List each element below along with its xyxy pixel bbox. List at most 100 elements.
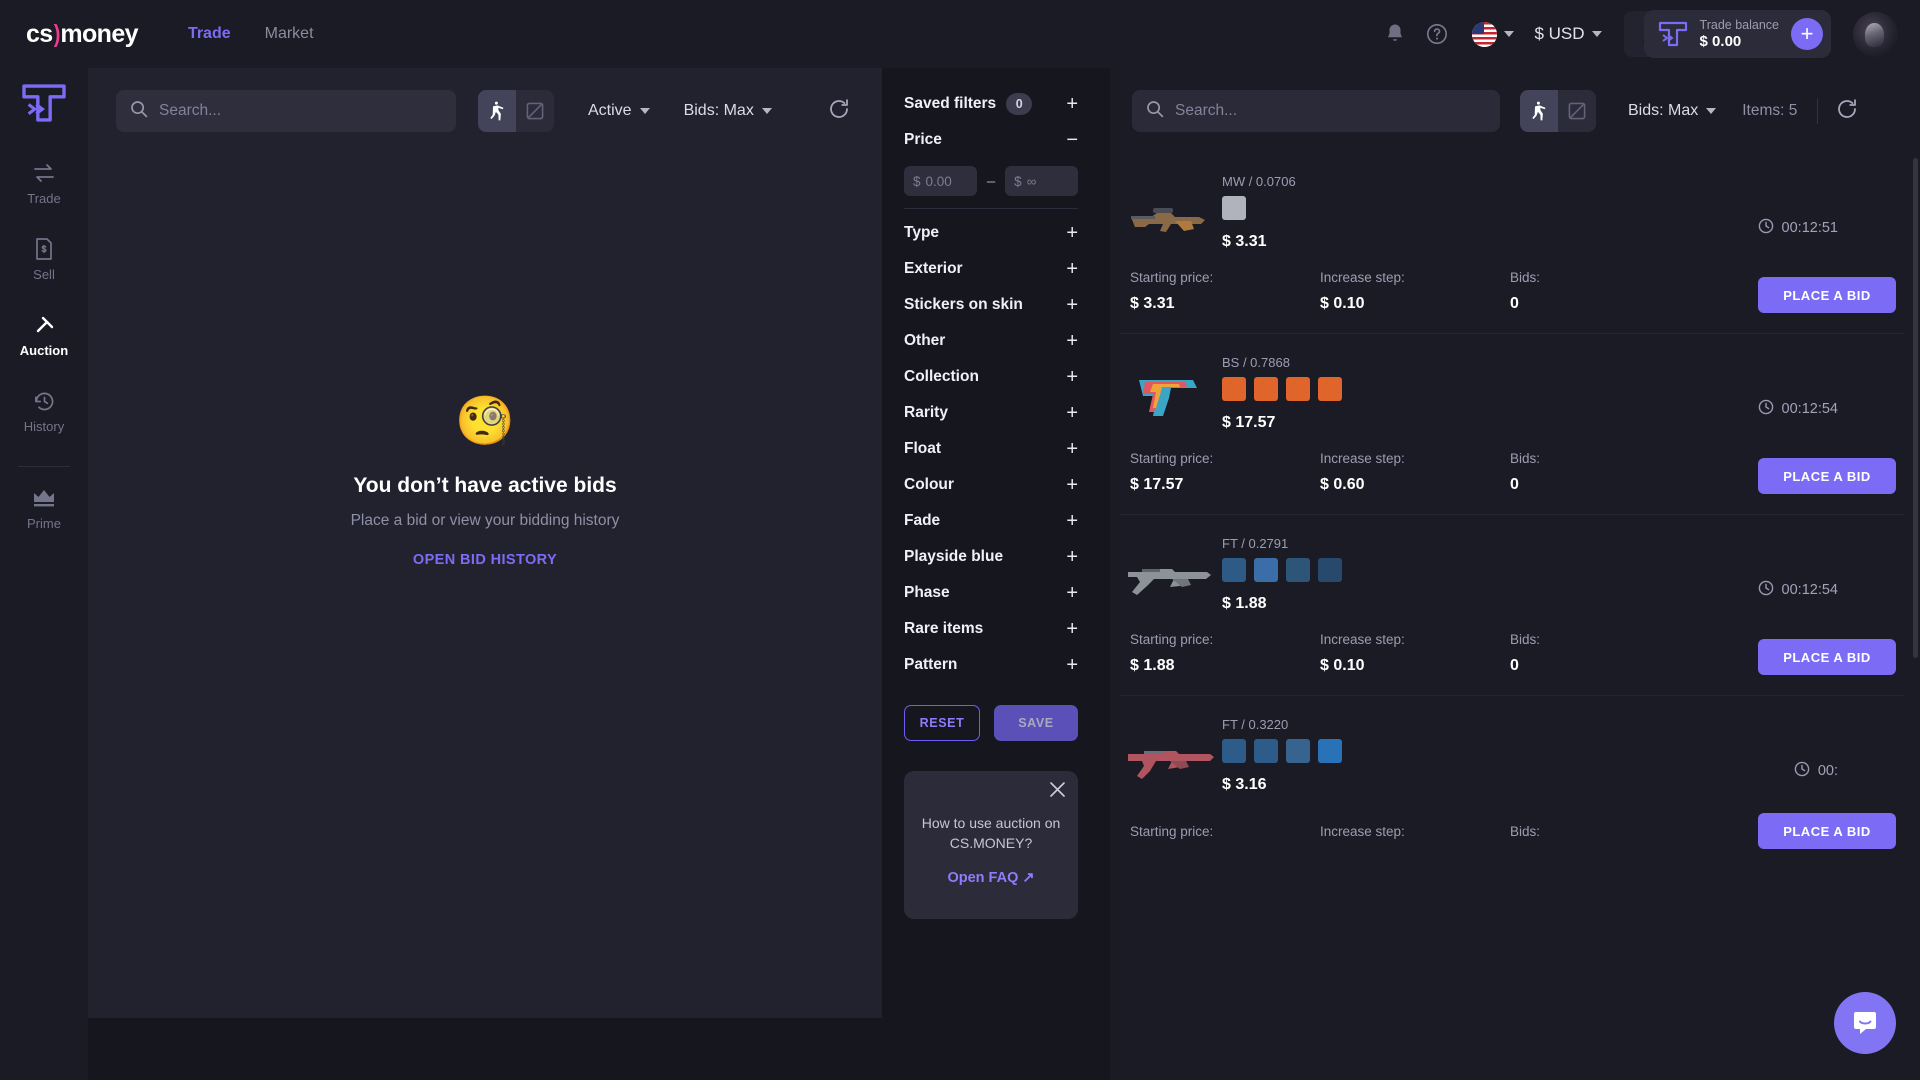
empty-state-title: You don’t have active bids [353, 474, 617, 497]
filter-group-fade[interactable]: Fade + [904, 503, 1078, 539]
add-funds-button[interactable]: + [1791, 18, 1823, 50]
game-tab-csgo[interactable] [478, 90, 516, 132]
sidebar-item-prime[interactable]: Prime [0, 471, 88, 547]
place-a-bid-button[interactable]: PLACE A BID [1758, 639, 1896, 675]
question-circle-icon[interactable] [1416, 13, 1458, 55]
price-filter-row[interactable]: Price − [904, 122, 1078, 158]
currency-selector[interactable]: $ USD [1534, 24, 1602, 44]
game-tab-dota[interactable] [1558, 90, 1596, 132]
sticker-icon [1254, 558, 1278, 582]
filter-group-colour[interactable]: Colour + [904, 467, 1078, 503]
monocle-emoji: 🧐 [455, 395, 515, 448]
minus-icon[interactable]: − [1066, 130, 1078, 150]
close-icon[interactable] [1049, 781, 1066, 803]
sticker-icon [1222, 196, 1246, 220]
trade-balance-text: Trade balance $ 0.00 [1700, 18, 1779, 50]
sidebar-logo-icon[interactable] [16, 80, 72, 126]
user-avatar[interactable] [1853, 11, 1898, 57]
saved-filters-row[interactable]: Saved filters 0 + [904, 86, 1078, 122]
top-nav-trade[interactable]: Trade [188, 21, 231, 47]
plus-icon[interactable]: + [1066, 259, 1078, 279]
refresh-icon[interactable] [828, 98, 850, 125]
chevron-down-icon [639, 108, 650, 114]
plus-icon[interactable]: + [1066, 295, 1078, 315]
filter-group-float[interactable]: Float + [904, 431, 1078, 467]
plus-icon[interactable]: + [1066, 511, 1078, 531]
brand-logo-hook: ) [53, 19, 60, 48]
filter-group-pattern[interactable]: Pattern + [904, 647, 1078, 683]
plus-icon[interactable]: + [1066, 223, 1078, 243]
plus-icon[interactable]: + [1066, 367, 1078, 387]
auction-item-card[interactable]: BS / 0.7868 $ 17.57 00:12:54 Starting price… [1110, 333, 1920, 514]
plus-icon[interactable]: + [1066, 475, 1078, 495]
item-meta: FT / 0.3220 $ 3.16 [1222, 717, 1342, 794]
plus-icon[interactable]: + [1066, 403, 1078, 423]
filter-group-label: Phase [904, 584, 950, 601]
filter-group-collection[interactable]: Collection + [904, 359, 1078, 395]
price-max-field[interactable]: $ [1005, 166, 1078, 196]
plus-icon[interactable]: + [1066, 547, 1078, 567]
bids-label: Bids: [1510, 632, 1541, 647]
price-min-input[interactable] [925, 173, 968, 189]
bids-label: Bids: [1510, 270, 1541, 285]
place-a-bid-button[interactable]: PLACE A BID [1758, 458, 1896, 494]
plus-icon[interactable]: + [1066, 619, 1078, 639]
search-input[interactable] [159, 102, 442, 120]
sidebar-item-auction[interactable]: Auction [0, 298, 88, 374]
plus-icon[interactable]: + [1066, 94, 1078, 114]
item-meta: BS / 0.7868 $ 17.57 [1222, 355, 1342, 432]
increase-step-value: $ 0.60 [1320, 476, 1365, 493]
game-tab-csgo[interactable] [1520, 90, 1558, 132]
auction-item-card[interactable]: FT / 0.3220 $ 3.16 00: Starting price: Incre… [1110, 695, 1920, 869]
sticker-icon [1318, 558, 1342, 582]
filter-group-other[interactable]: Other + [904, 323, 1078, 359]
sidebar-item-trade[interactable]: Trade [0, 146, 88, 222]
filter-group-rarity[interactable]: Rarity + [904, 395, 1078, 431]
starting-price-label: Starting price: [1130, 824, 1214, 839]
filter-group-stickers-on-skin[interactable]: Stickers on skin + [904, 287, 1078, 323]
auction-bids-filter-dropdown[interactable]: Bids: Max [1628, 102, 1717, 120]
scrollbar[interactable] [1913, 158, 1918, 658]
sidebar-item-label: Sell [33, 267, 55, 282]
auction-search[interactable] [1132, 90, 1500, 132]
bids-filter-dropdown[interactable]: Bids: Max [684, 102, 772, 120]
refresh-icon[interactable] [1836, 98, 1858, 125]
auction-item-card[interactable]: MW / 0.0706 $ 3.31 00:12:51 Starting price:… [1110, 152, 1920, 333]
active-bids-search[interactable] [116, 90, 456, 132]
plus-icon[interactable]: + [1066, 331, 1078, 351]
sidebar-item-history[interactable]: History [0, 374, 88, 450]
filter-group-phase[interactable]: Phase + [904, 575, 1078, 611]
plus-icon[interactable]: + [1066, 583, 1078, 603]
price-max-input[interactable] [1026, 173, 1069, 189]
status-filter-dropdown[interactable]: Active [588, 102, 650, 120]
chat-bubble-icon[interactable] [1834, 992, 1896, 1054]
item-wear: BS / 0.7868 [1222, 355, 1290, 370]
auction-bids-filter-label: Bids: Max [1628, 102, 1699, 119]
item-bottom: Starting price: $ 1.88 Increase step: $ 0.1… [1124, 632, 1896, 675]
sidebar-item-sell[interactable]: Sell [0, 222, 88, 298]
language-selector[interactable] [1472, 21, 1515, 47]
place-a-bid-button[interactable]: PLACE A BID [1758, 813, 1896, 849]
filter-group-playside-blue[interactable]: Playside blue + [904, 539, 1078, 575]
bell-icon[interactable] [1374, 13, 1416, 55]
reset-button[interactable]: RESET [904, 705, 980, 741]
filter-group-type[interactable]: Type + [904, 215, 1078, 251]
auction-item-card[interactable]: FT / 0.2791 $ 1.88 00:12:54 Starting price:… [1110, 514, 1920, 695]
price-min-field[interactable]: $ [904, 166, 977, 196]
filter-group-exterior[interactable]: Exterior + [904, 251, 1078, 287]
plus-icon[interactable]: + [1066, 439, 1078, 459]
brand-logo[interactable]: cs) money [26, 19, 139, 49]
top-nav-market[interactable]: Market [265, 21, 314, 47]
open-bid-history-link[interactable]: OPEN BID HISTORY [413, 552, 557, 568]
sidebar-divider [18, 466, 70, 467]
trade-balance-card[interactable]: Trade balance $ 0.00 + [1643, 10, 1831, 58]
open-faq-link[interactable]: Open FAQ ↗ [920, 870, 1062, 886]
search-input[interactable] [1175, 102, 1486, 120]
place-a-bid-button[interactable]: PLACE A BID [1758, 277, 1896, 313]
trade-balance-icon [1658, 21, 1688, 47]
increase-step-label: Increase step: [1320, 451, 1405, 466]
filter-group-rare-items[interactable]: Rare items + [904, 611, 1078, 647]
game-tab-dota[interactable] [516, 90, 554, 132]
plus-icon[interactable]: + [1066, 655, 1078, 675]
save-button[interactable]: SAVE [994, 705, 1078, 741]
